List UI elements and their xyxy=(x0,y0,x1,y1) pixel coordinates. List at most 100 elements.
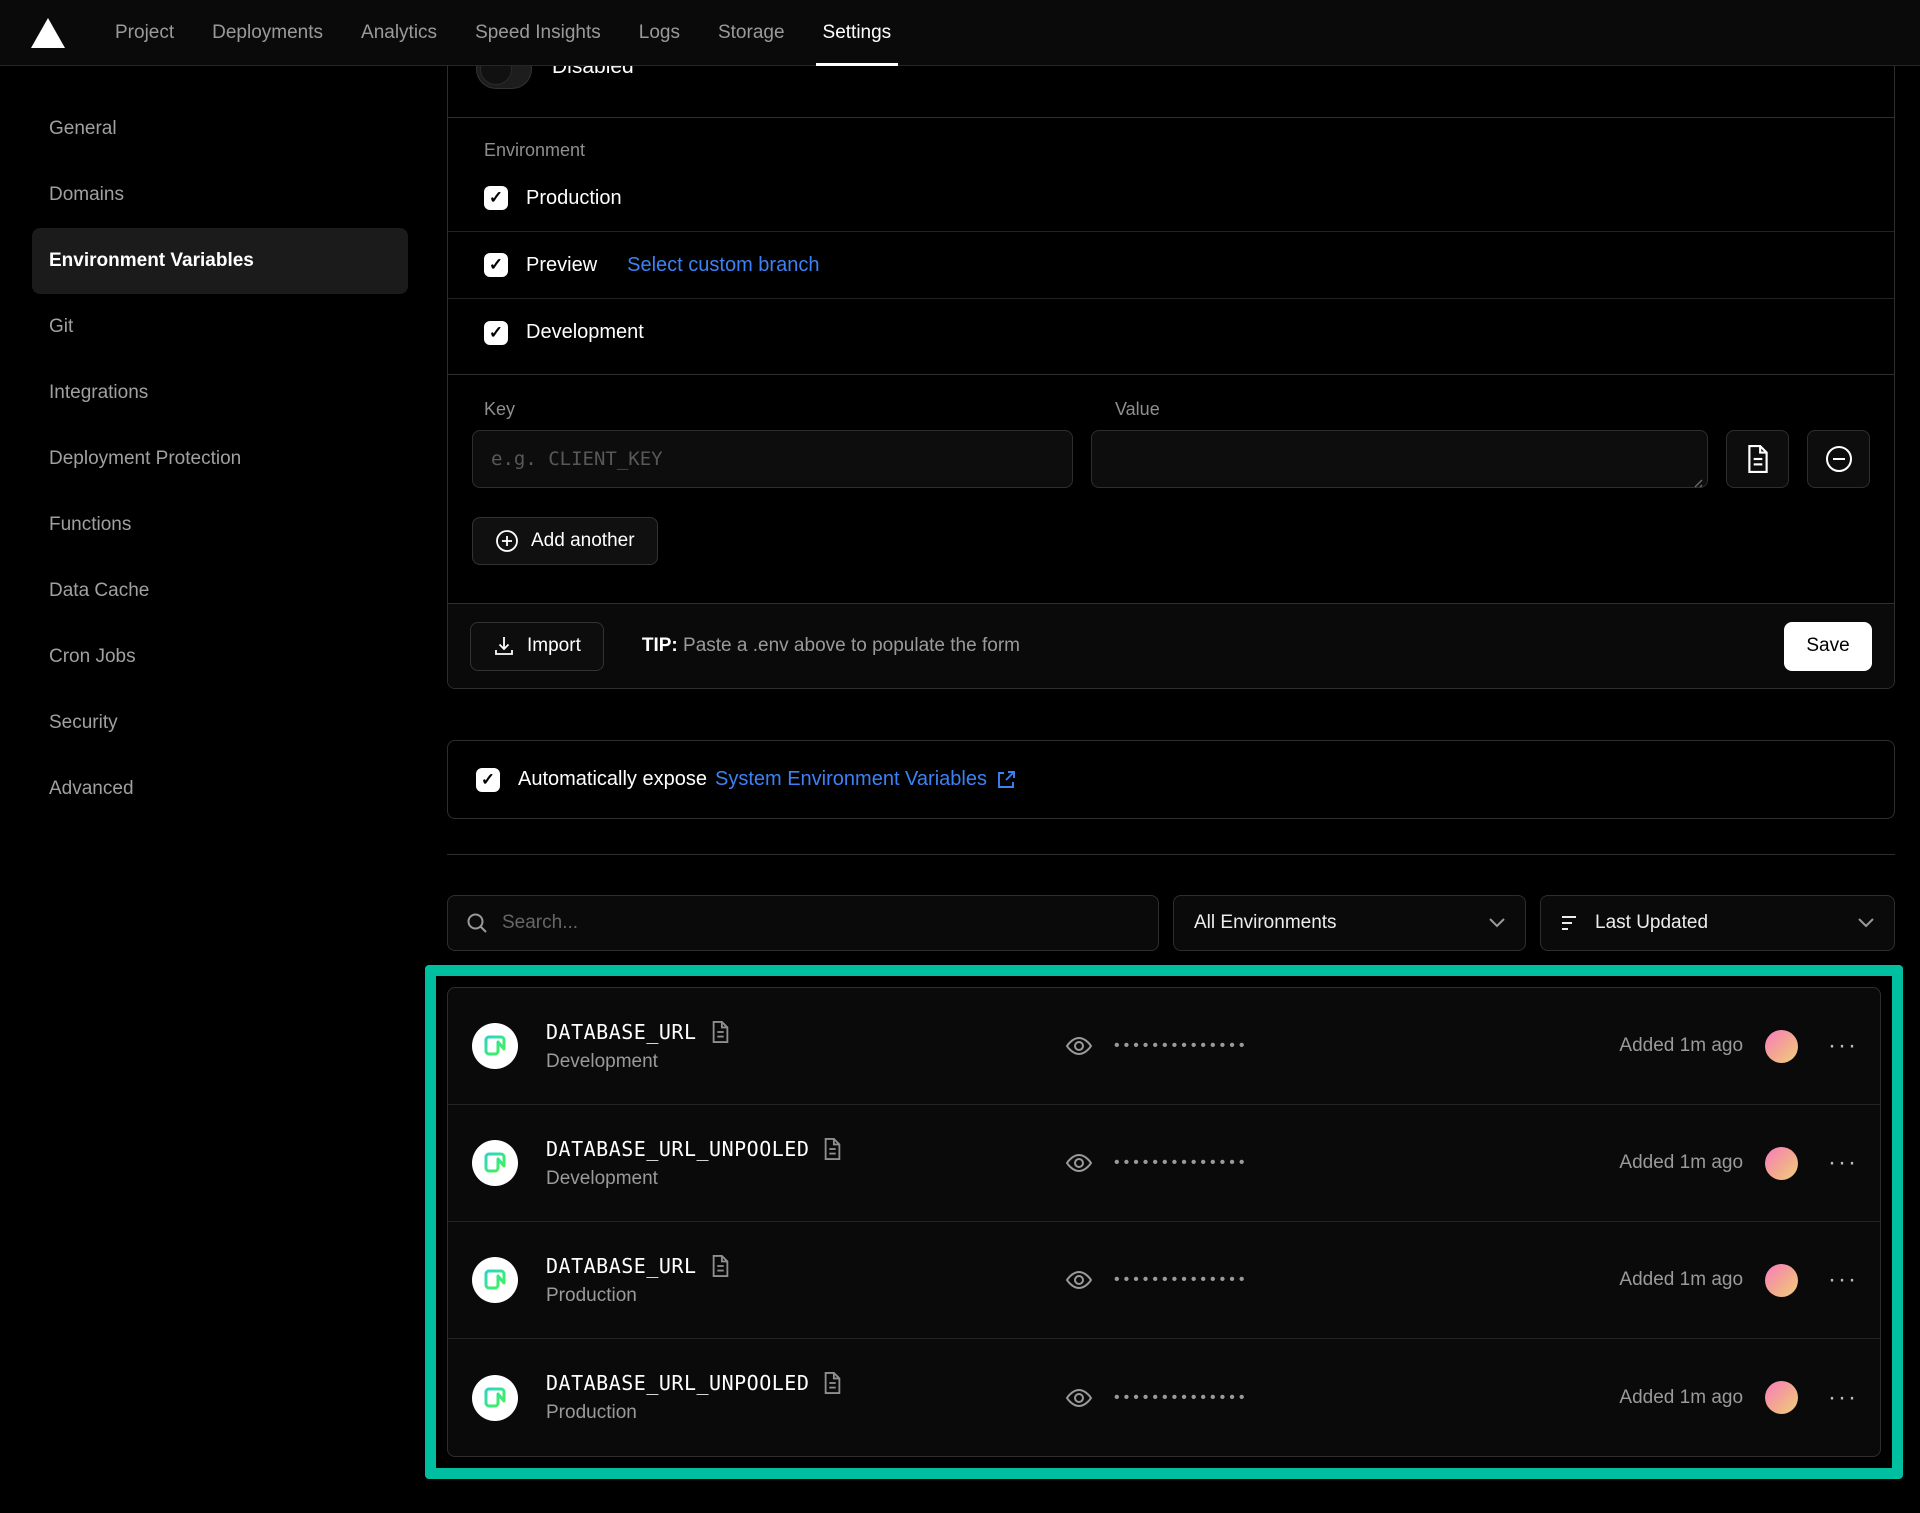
nav-tab-settings[interactable]: Settings xyxy=(804,0,911,66)
select-custom-branch-link[interactable]: Select custom branch xyxy=(627,254,819,277)
copy-value-icon[interactable] xyxy=(823,1372,842,1394)
sidebar-item-functions[interactable]: Functions xyxy=(32,492,408,558)
search-input[interactable] xyxy=(502,912,1140,934)
sidebar-item-environment-variables[interactable]: Environment Variables xyxy=(32,228,408,294)
copy-value-icon[interactable] xyxy=(823,1138,842,1160)
sort-icon xyxy=(1561,915,1581,931)
variable-name: DATABASE_URL_UNPOOLED xyxy=(546,1137,809,1161)
reveal-eye-icon[interactable] xyxy=(1064,1151,1094,1175)
download-icon xyxy=(493,635,515,657)
add-another-button[interactable]: Add another xyxy=(472,517,658,565)
row-menu-button[interactable]: ··· xyxy=(1828,1388,1858,1408)
paste-file-button[interactable] xyxy=(1726,430,1789,488)
environment-option-preview: ✓ Preview Select custom branch xyxy=(448,232,1894,299)
tip-text: TIP: Paste a .env above to populate the … xyxy=(642,635,1020,657)
variable-environment: Development xyxy=(546,1168,842,1190)
system-env-card: ✓ Automatically expose System Environmen… xyxy=(447,740,1895,819)
remove-row-button[interactable] xyxy=(1807,430,1870,488)
value-input[interactable] xyxy=(1091,430,1708,488)
variable-info: DATABASE_URL_UNPOOLED Development xyxy=(546,1137,842,1190)
preview-label: Preview xyxy=(526,254,597,277)
sensitive-toggle-row: Disabled xyxy=(448,66,1894,118)
row-menu-button[interactable]: ··· xyxy=(1828,1153,1858,1173)
sidebar-item-security[interactable]: Security xyxy=(32,690,408,756)
sidebar-item-integrations[interactable]: Integrations xyxy=(32,360,408,426)
system-env-link[interactable]: System Environment Variables xyxy=(715,768,987,791)
variable-name: DATABASE_URL xyxy=(546,1254,697,1278)
masked-value: •••••••••••••• xyxy=(1114,1389,1248,1407)
nav-tab-storage[interactable]: Storage xyxy=(699,0,804,66)
neon-integration-icon xyxy=(472,1375,518,1421)
external-link-icon[interactable] xyxy=(996,769,1017,790)
sidebar-item-general[interactable]: General xyxy=(32,96,408,162)
avatar xyxy=(1765,1381,1798,1414)
environment-section: Environment ✓ Production ✓ Preview Selec… xyxy=(448,118,1894,375)
disabled-toggle[interactable] xyxy=(476,66,532,89)
environment-option-production: ✓ Production xyxy=(448,165,1894,232)
production-label: Production xyxy=(526,187,622,210)
reveal-eye-icon[interactable] xyxy=(1064,1268,1094,1292)
variable-row[interactable]: DATABASE_URL Production •••••••••••••• A… xyxy=(448,1222,1880,1339)
settings-sidebar: General Domains Environment Variables Gi… xyxy=(32,96,408,822)
key-value-section: Key Value xyxy=(448,375,1894,603)
nav-tab-analytics[interactable]: Analytics xyxy=(342,0,456,66)
variable-row[interactable]: DATABASE_URL_UNPOOLED Production •••••••… xyxy=(448,1339,1880,1456)
add-another-label: Add another xyxy=(531,530,635,552)
sidebar-item-cron-jobs[interactable]: Cron Jobs xyxy=(32,624,408,690)
nav-tab-project[interactable]: Project xyxy=(96,0,193,66)
nav-tab-speed-insights[interactable]: Speed Insights xyxy=(456,0,620,66)
sort-value: Last Updated xyxy=(1595,912,1708,934)
reveal-eye-icon[interactable] xyxy=(1064,1386,1094,1410)
preview-checkbox[interactable]: ✓ xyxy=(484,253,508,277)
masked-value: •••••••••••••• xyxy=(1114,1271,1248,1289)
environment-filter-value: All Environments xyxy=(1194,912,1337,934)
added-timestamp: Added 1m ago xyxy=(1619,1387,1743,1409)
environment-filter-select[interactable]: All Environments xyxy=(1173,895,1526,951)
resize-handle-icon[interactable] xyxy=(1691,476,1703,488)
vercel-logo-icon[interactable] xyxy=(30,17,66,49)
variable-info: DATABASE_URL Development xyxy=(546,1020,730,1073)
row-menu-button[interactable]: ··· xyxy=(1828,1270,1858,1290)
sidebar-item-domains[interactable]: Domains xyxy=(32,162,408,228)
toggle-label: Disabled xyxy=(552,66,634,79)
copy-value-icon[interactable] xyxy=(711,1021,730,1043)
plus-circle-icon xyxy=(495,529,519,553)
top-nav: Project Deployments Analytics Speed Insi… xyxy=(0,0,1920,66)
copy-value-icon[interactable] xyxy=(711,1255,730,1277)
sort-select[interactable]: Last Updated xyxy=(1540,895,1895,951)
save-button[interactable]: Save xyxy=(1784,622,1872,671)
variable-info: DATABASE_URL_UNPOOLED Production xyxy=(546,1371,842,1424)
variable-row[interactable]: DATABASE_URL Development •••••••••••••• … xyxy=(448,988,1880,1105)
key-label: Key xyxy=(484,399,1103,420)
sidebar-item-advanced[interactable]: Advanced xyxy=(32,756,408,822)
added-timestamp: Added 1m ago xyxy=(1619,1152,1743,1174)
import-button[interactable]: Import xyxy=(470,622,604,671)
variable-name: DATABASE_URL xyxy=(546,1020,697,1044)
top-nav-items: Project Deployments Analytics Speed Insi… xyxy=(96,0,910,66)
minus-circle-icon xyxy=(1825,445,1853,473)
row-menu-button[interactable]: ··· xyxy=(1828,1036,1858,1056)
nav-tab-deployments[interactable]: Deployments xyxy=(193,0,342,66)
toggle-knob xyxy=(480,66,512,85)
masked-value: •••••••••••••• xyxy=(1114,1037,1248,1055)
sidebar-item-data-cache[interactable]: Data Cache xyxy=(32,558,408,624)
production-checkbox[interactable]: ✓ xyxy=(484,186,508,210)
development-label: Development xyxy=(526,321,644,344)
environment-variables-panel: Disabled Environment ✓ Production ✓ Prev… xyxy=(447,66,1895,1479)
development-checkbox[interactable]: ✓ xyxy=(484,321,508,345)
sidebar-item-deployment-protection[interactable]: Deployment Protection xyxy=(32,426,408,492)
system-env-checkbox[interactable]: ✓ xyxy=(476,768,500,792)
variables-toolbar: All Environments Last Updated xyxy=(447,895,1895,951)
create-variable-card: Disabled Environment ✓ Production ✓ Prev… xyxy=(447,66,1895,689)
variable-info: DATABASE_URL Production xyxy=(546,1254,730,1307)
tip-bold: TIP: xyxy=(642,635,678,656)
value-label: Value xyxy=(1115,399,1160,420)
reveal-eye-icon[interactable] xyxy=(1064,1034,1094,1058)
nav-tab-logs[interactable]: Logs xyxy=(620,0,699,66)
variable-row[interactable]: DATABASE_URL_UNPOOLED Development ••••••… xyxy=(448,1105,1880,1222)
variable-environment: Production xyxy=(546,1285,730,1307)
search-icon xyxy=(466,912,488,934)
key-input[interactable] xyxy=(472,430,1073,488)
environment-section-label: Environment xyxy=(448,118,1894,165)
sidebar-item-git[interactable]: Git xyxy=(32,294,408,360)
